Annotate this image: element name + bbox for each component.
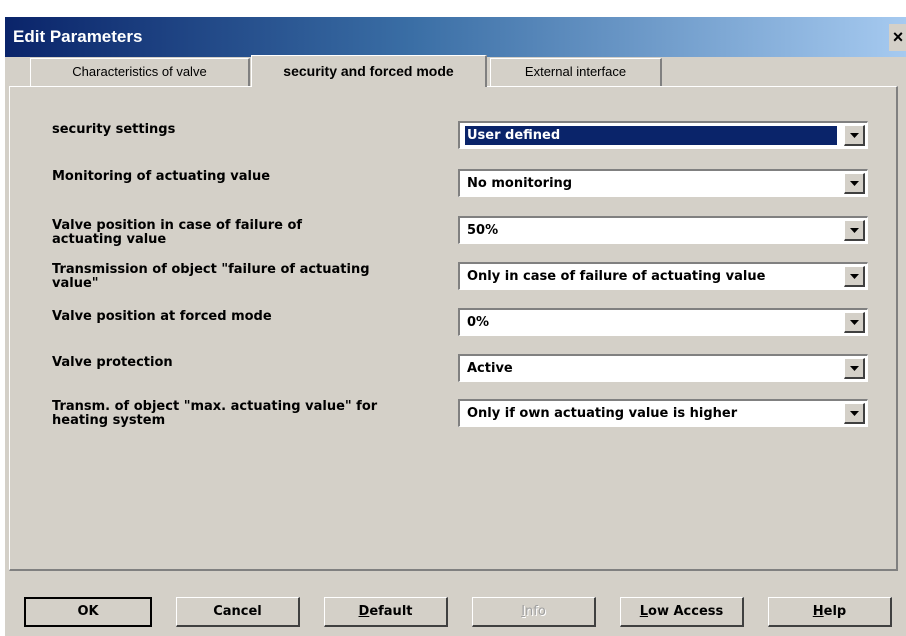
cancel-button[interactable]: Cancel: [176, 597, 300, 627]
close-icon[interactable]: ×: [889, 24, 906, 51]
chevron-down-icon[interactable]: [844, 125, 865, 146]
tab-label: Characteristics of valve: [72, 64, 207, 79]
selected-value: User defined: [465, 126, 837, 145]
default-button[interactable]: Default: [324, 597, 448, 627]
title-bar: Edit Parameters ×: [5, 17, 906, 57]
selected-value: 50%: [467, 223, 499, 238]
chevron-down-icon[interactable]: [844, 312, 865, 333]
chevron-down-icon[interactable]: [844, 403, 865, 424]
security-settings-select[interactable]: User defined: [458, 121, 868, 149]
button-label: nfo: [525, 604, 546, 619]
monitoring-select[interactable]: No monitoring: [458, 169, 868, 197]
selected-value: 0%: [467, 315, 490, 330]
valve-protection-label: Valve protection: [52, 355, 173, 370]
accel-key: D: [358, 604, 370, 619]
tab-security-and-forced-mode[interactable]: security and forced mode: [251, 55, 487, 87]
accel-key: H: [812, 604, 824, 619]
transm-max-actuating-label: Transm. of object "max. actuating value"…: [52, 399, 378, 428]
button-label: ow Access: [648, 604, 724, 619]
tab-external-interface[interactable]: External interface: [490, 58, 662, 86]
chevron-down-icon[interactable]: [844, 358, 865, 379]
button-label: efault: [369, 604, 413, 619]
valve-protection-select[interactable]: Active: [458, 354, 868, 382]
tab-label: External interface: [524, 64, 627, 79]
accel-key: L: [639, 604, 649, 619]
monitoring-label: Monitoring of actuating value: [52, 169, 271, 184]
valve-position-forced-select[interactable]: 0%: [458, 308, 868, 336]
valve-position-failure-select[interactable]: 50%: [458, 216, 868, 244]
chevron-down-icon[interactable]: [844, 173, 865, 194]
selected-value: Only in case of failure of actuating val…: [467, 269, 766, 284]
tab-label: security and forced mode: [283, 63, 454, 79]
selected-value: Active: [467, 361, 513, 376]
transmission-failure-select[interactable]: Only in case of failure of actuating val…: [458, 262, 868, 290]
selected-value: No monitoring: [467, 176, 573, 191]
low-access-button[interactable]: Low Access: [620, 597, 744, 627]
tab-characteristics-of-valve[interactable]: Characteristics of valve: [30, 58, 250, 86]
help-button[interactable]: Help: [768, 597, 892, 627]
selected-value: Only if own actuating value is higher: [467, 406, 738, 421]
transm-max-actuating-select[interactable]: Only if own actuating value is higher: [458, 399, 868, 427]
info-button[interactable]: Info: [472, 597, 596, 627]
window-title: Edit Parameters: [13, 27, 143, 46]
button-label: elp: [823, 604, 847, 619]
valve-position-failure-label: Valve position in case of failure of act…: [52, 218, 303, 247]
valve-position-forced-label: Valve position at forced mode: [52, 309, 272, 324]
chevron-down-icon[interactable]: [844, 266, 865, 287]
transmission-failure-label: Transmission of object "failure of actua…: [52, 262, 370, 291]
ok-button[interactable]: OK: [24, 597, 152, 627]
security-settings-label: security settings: [52, 122, 176, 137]
chevron-down-icon[interactable]: [844, 220, 865, 241]
